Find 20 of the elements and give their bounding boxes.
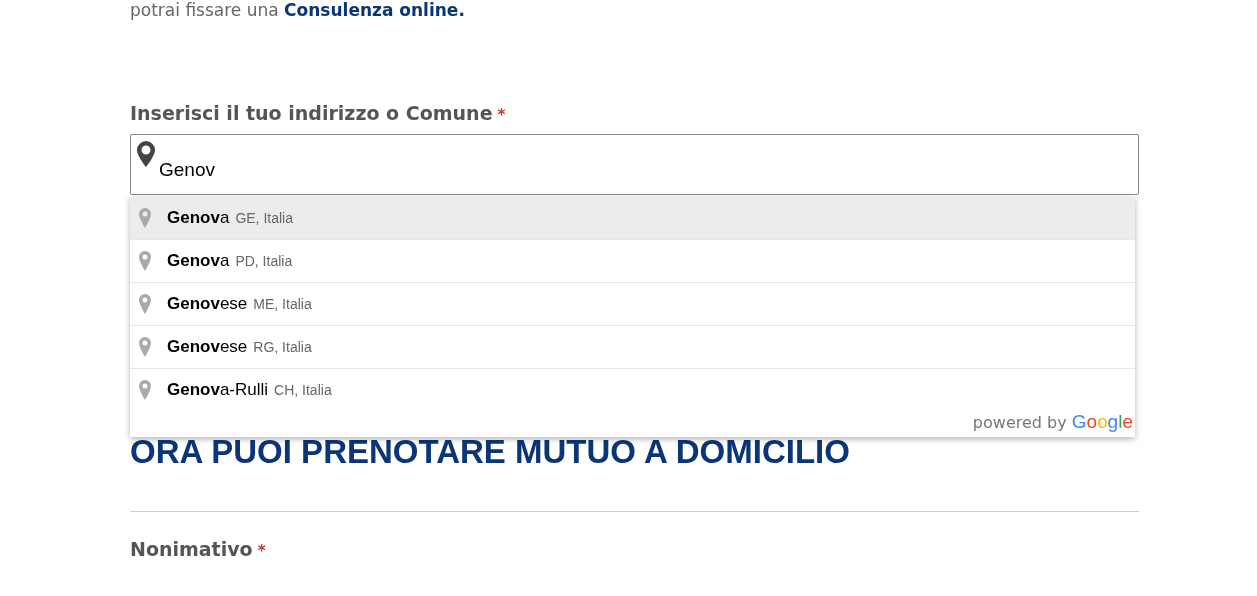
required-mark: * [497,106,506,124]
field-label: Inserisci il tuo indirizzo o Comune [130,102,493,124]
field-label: Nonimativo [130,538,253,560]
required-mark: * [257,542,266,560]
map-pin-icon [139,208,151,228]
map-pin-icon [139,294,151,314]
map-pin-icon [139,251,151,271]
google-logo: Google [1071,411,1133,433]
suggestion-item[interactable]: Genova GE, Italia [130,197,1135,239]
suggestion-item[interactable]: Genovese ME, Italia [130,282,1135,325]
location-pin-icon [136,140,156,168]
map-pin-icon [139,337,151,357]
suggestion-item[interactable]: Genovese RG, Italia [130,325,1135,368]
attribution-text: powered by [972,413,1067,432]
address-field[interactable]: Genov [130,134,1139,195]
map-pin-icon [139,380,151,400]
intro-text: potrai fissare una Consulenza online. [130,0,466,20]
suggestion-item[interactable]: Genova-Rulli CH, Italia [130,368,1135,411]
suggestion-item[interactable]: Genova PD, Italia [130,239,1135,282]
section-heading: ORA PUOI PRENOTARE MUTUO A DOMICILIO [130,433,851,471]
